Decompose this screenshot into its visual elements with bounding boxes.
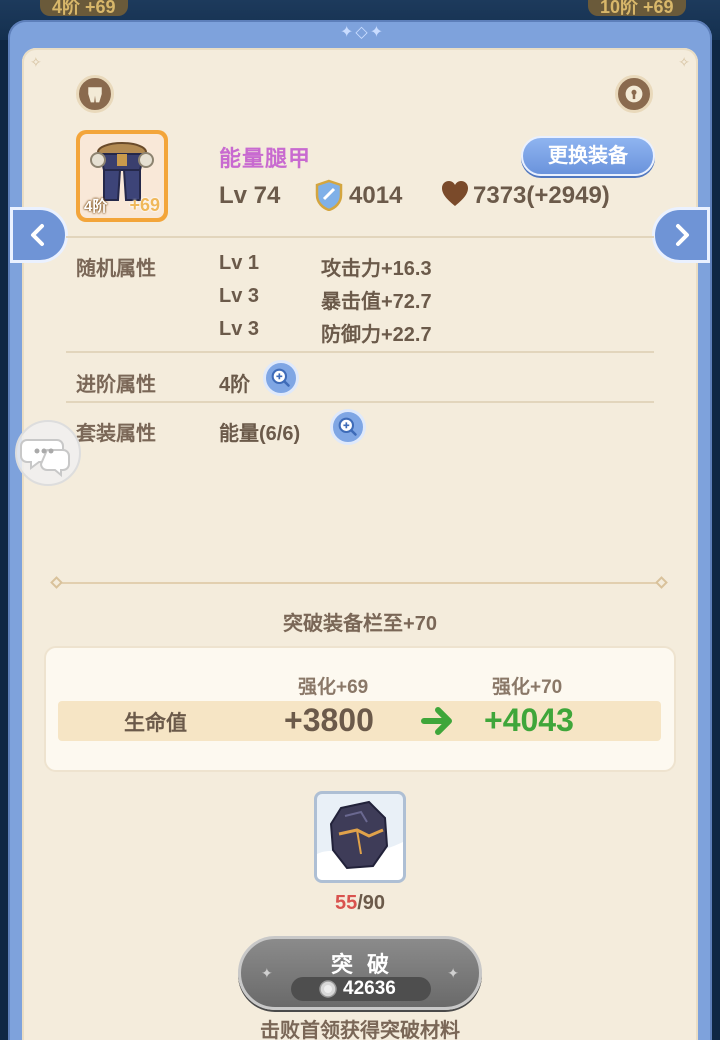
random-attr-stat: 防御力+22.7 xyxy=(321,324,432,346)
random-attr-lv: Lv 1 xyxy=(219,252,260,274)
divider xyxy=(66,351,654,353)
leg-armor-icon: 4阶 +69 xyxy=(80,134,164,218)
advance-detail-button[interactable] xyxy=(263,360,299,396)
breakthrough-button[interactable]: ✦ ✦ 突破 42636 xyxy=(238,936,482,1010)
chevron-left-icon xyxy=(31,224,44,246)
stat-old-value: +3800 xyxy=(284,702,374,738)
to-enhance-label: 强化+70 xyxy=(492,677,563,698)
random-attr-lv: Lv 3 xyxy=(219,285,260,307)
equipment-slot-icon[interactable] xyxy=(76,75,114,113)
advance-attrs-value: 4阶 xyxy=(219,374,251,396)
material-need: /90 xyxy=(357,892,386,914)
chat-button[interactable] xyxy=(15,420,81,486)
cost-pill: 42636 xyxy=(291,977,431,1001)
set-detail-button[interactable] xyxy=(330,409,366,445)
chevron-right-icon xyxy=(676,224,689,246)
chat-bubble-icon xyxy=(20,439,70,478)
set-attrs-label: 套装属性 xyxy=(76,423,156,445)
random-attr-stat: 暴击值+72.7 xyxy=(321,291,432,313)
breakthrough-title: 突破装备栏至+70 xyxy=(283,613,437,635)
corner-ornament: ✧ xyxy=(30,54,42,70)
hp-value: 7373(+2949) xyxy=(473,182,610,209)
magnifier-icon xyxy=(338,417,357,436)
power-value: 4014 xyxy=(349,182,403,209)
divider xyxy=(66,401,654,403)
item-enhance-label: +69 xyxy=(129,195,160,215)
divider xyxy=(66,236,654,238)
lock-toggle-icon[interactable] xyxy=(615,75,653,113)
from-enhance-label: 强化+69 xyxy=(298,677,369,698)
background-chip-left: 4阶 +69 xyxy=(40,0,128,17)
section-divider xyxy=(60,582,660,584)
stat-new-value: +4043 xyxy=(484,702,574,738)
corner-ornament: ✧ xyxy=(678,54,690,70)
breakthrough-button-label: 突破 xyxy=(330,952,403,977)
frame-ornament: ✦◇✦ xyxy=(340,24,386,41)
silver-coin-icon xyxy=(319,980,337,998)
stat-name: 生命值 xyxy=(124,712,187,735)
heart-icon xyxy=(442,181,468,206)
power-shield-icon xyxy=(315,179,343,211)
material-count: 55/90 xyxy=(0,892,720,915)
ore-icon xyxy=(317,800,403,880)
item-level: Lv 74 xyxy=(219,182,281,209)
set-attrs-value: 能量(6/6) xyxy=(219,423,301,445)
advance-attrs-label: 进阶属性 xyxy=(76,374,156,396)
cost-value: 42636 xyxy=(343,978,396,999)
change-equipment-button[interactable]: 更换装备 xyxy=(521,136,655,176)
item-tier-label: 4阶 xyxy=(84,198,108,215)
prev-item-button[interactable] xyxy=(10,207,68,263)
material-have: 55 xyxy=(334,892,358,914)
random-attrs-label: 随机属性 xyxy=(76,258,156,280)
magnifier-icon xyxy=(271,368,290,387)
material-hint: 击败首领获得突破材料 xyxy=(260,1020,460,1040)
item-icon-frame[interactable]: 4阶 +69 xyxy=(76,130,168,222)
item-name: 能量腿甲 xyxy=(219,146,312,171)
random-attr-stat: 攻击力+16.3 xyxy=(321,258,432,280)
next-item-button[interactable] xyxy=(652,207,710,263)
arrow-right-icon xyxy=(421,707,452,735)
background-chip-right: 10阶 +69 xyxy=(588,0,686,17)
breakthrough-material-slot[interactable] xyxy=(314,791,406,883)
random-attr-lv: Lv 3 xyxy=(219,318,260,340)
